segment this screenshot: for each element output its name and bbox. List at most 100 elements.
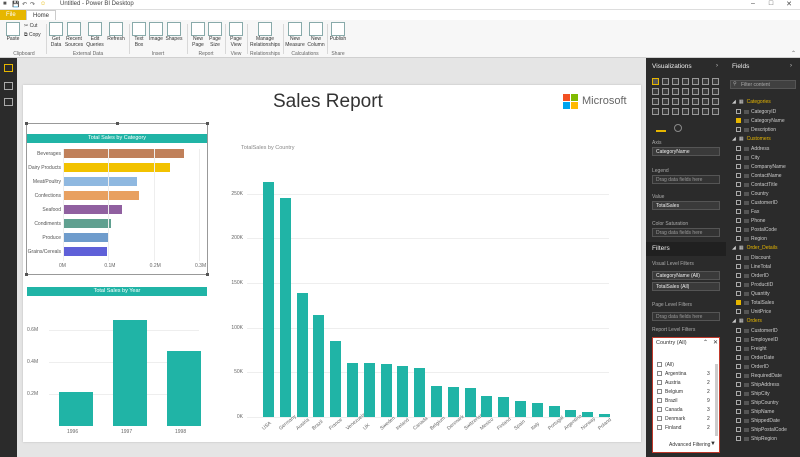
collapse-pane-icon[interactable]: › [716,63,718,69]
visual-type-icon[interactable] [662,98,669,105]
resize-handle[interactable] [206,273,209,276]
field-checkbox[interactable] [736,146,741,152]
visual-type-icon[interactable] [672,78,679,85]
visual-type-icon[interactable] [682,108,689,115]
category-bar[interactable] [63,191,139,200]
collapse-ribbon-icon[interactable]: ⌃ [791,50,796,57]
checkbox[interactable] [657,371,662,377]
close-button[interactable]: ✕ [780,0,798,10]
field-item[interactable]: CustomerID [726,199,800,208]
field-item[interactable]: Discount [726,254,800,263]
category-bar[interactable] [63,247,107,256]
field-checkbox[interactable] [736,173,741,179]
maximize-button[interactable]: □ [762,0,780,10]
field-checkbox[interactable] [736,218,741,224]
field-item[interactable]: ContactName [726,172,800,181]
field-item[interactable]: CustomerID [726,327,800,336]
country-bar[interactable] [481,395,493,417]
category-bar[interactable] [63,219,112,228]
visual-type-icon[interactable] [712,108,719,115]
visual-type-icon[interactable] [662,108,669,115]
field-checkbox[interactable] [736,236,741,242]
country-bar[interactable] [279,198,291,417]
field-item[interactable]: ShippedDate [726,417,800,426]
country-bar[interactable] [296,292,308,417]
visual-type-icon[interactable] [652,108,659,115]
field-checkbox[interactable] [736,418,741,424]
field-checkbox[interactable] [736,118,741,124]
redo-icon[interactable]: ↷ [30,1,35,8]
visual-type-icon[interactable] [652,88,659,95]
country-filter-item[interactable]: (All) [657,362,674,368]
fields-tab-icon[interactable] [656,124,666,132]
legend-well[interactable]: Drag data fields here [652,175,720,184]
visual-type-icon[interactable] [702,88,709,95]
field-checkbox[interactable] [736,337,741,343]
field-checkbox[interactable] [736,309,741,315]
new-page-button[interactable]: New Page [190,22,206,48]
field-item[interactable]: Country [726,190,800,199]
resize-handle[interactable] [206,122,209,125]
country-bar[interactable] [431,385,442,417]
expand-icon[interactable]: ◢ [732,318,736,324]
category-chart[interactable]: Beverages Dairy Products Meat/Poultry Confe… [27,145,207,273]
color-saturation-well[interactable]: Drag data fields here [652,228,720,237]
save-icon[interactable]: 💾 [12,1,19,8]
resize-handle[interactable] [116,122,119,125]
page-view-button[interactable]: Page View [227,22,245,48]
country-filter-item[interactable]: Finland 2 [657,425,710,431]
checkbox[interactable] [657,380,662,386]
report-page[interactable]: Sales Report Microsoft Total Sales by Ca… [23,85,641,442]
field-checkbox[interactable] [736,264,741,270]
field-item[interactable]: ShipPostalCode [726,426,800,435]
field-item[interactable]: Region [726,235,800,244]
country-bar[interactable] [548,406,560,417]
field-item[interactable]: ShipRegion [726,435,800,444]
field-item[interactable]: Phone [726,217,800,226]
checkbox[interactable] [657,398,662,404]
visual-filter-category[interactable]: CategoryName (All) [652,271,720,280]
country-chart[interactable]: 0K 50K 100K 150K 200K 250K USA Germany Austria Br… [223,153,623,438]
country-bar[interactable] [397,366,409,417]
field-table[interactable]: ◢ ▦ Order_Details [726,244,800,253]
field-item[interactable]: Address [726,145,800,154]
year-bar[interactable] [113,320,147,426]
visual-type-icon[interactable] [652,98,659,105]
field-item[interactable]: CompanyName [726,163,800,172]
field-checkbox[interactable] [736,282,741,288]
manage-relationships-button[interactable]: Manage Relationships [249,22,281,48]
country-filter-item[interactable]: Argentina 3 [657,371,710,377]
new-column-button[interactable]: New Column [306,22,326,48]
country-filter-item[interactable]: Austria 2 [657,380,710,386]
visual-type-icon[interactable] [662,88,669,95]
checkbox[interactable] [657,416,662,422]
visual-type-icon[interactable] [672,88,679,95]
format-paint-icon[interactable] [674,124,682,132]
field-item[interactable]: UnitPrice [726,308,800,317]
field-checkbox[interactable] [736,400,741,406]
country-filter-item[interactable]: Belgium 2 [657,389,710,395]
field-item[interactable]: ShipAddress [726,381,800,390]
page-size-button[interactable]: Page Size [207,22,223,48]
field-checkbox[interactable] [736,127,741,133]
checkbox[interactable] [657,425,662,431]
field-item[interactable]: ContactTitle [726,181,800,190]
field-checkbox[interactable] [736,300,741,306]
field-item[interactable]: Quantity [726,290,800,299]
field-item[interactable]: RequiredDate [726,372,800,381]
category-bar[interactable] [63,149,185,158]
field-item[interactable]: OrderID [726,363,800,372]
category-bar[interactable] [63,205,123,214]
country-bar[interactable] [313,315,325,417]
field-checkbox[interactable] [736,382,741,388]
expand-icon[interactable]: ◢ [732,136,736,142]
country-bar[interactable] [347,363,358,417]
refresh-button[interactable]: Refresh [107,22,125,43]
country-bar[interactable] [414,367,426,417]
field-checkbox[interactable] [736,328,741,334]
field-checkbox[interactable] [736,273,741,279]
report-view-icon[interactable] [4,64,13,72]
page-level-well[interactable]: Drag data fields here [652,312,720,321]
visual-type-icon[interactable] [692,108,699,115]
visual-type-icon[interactable] [672,98,679,105]
